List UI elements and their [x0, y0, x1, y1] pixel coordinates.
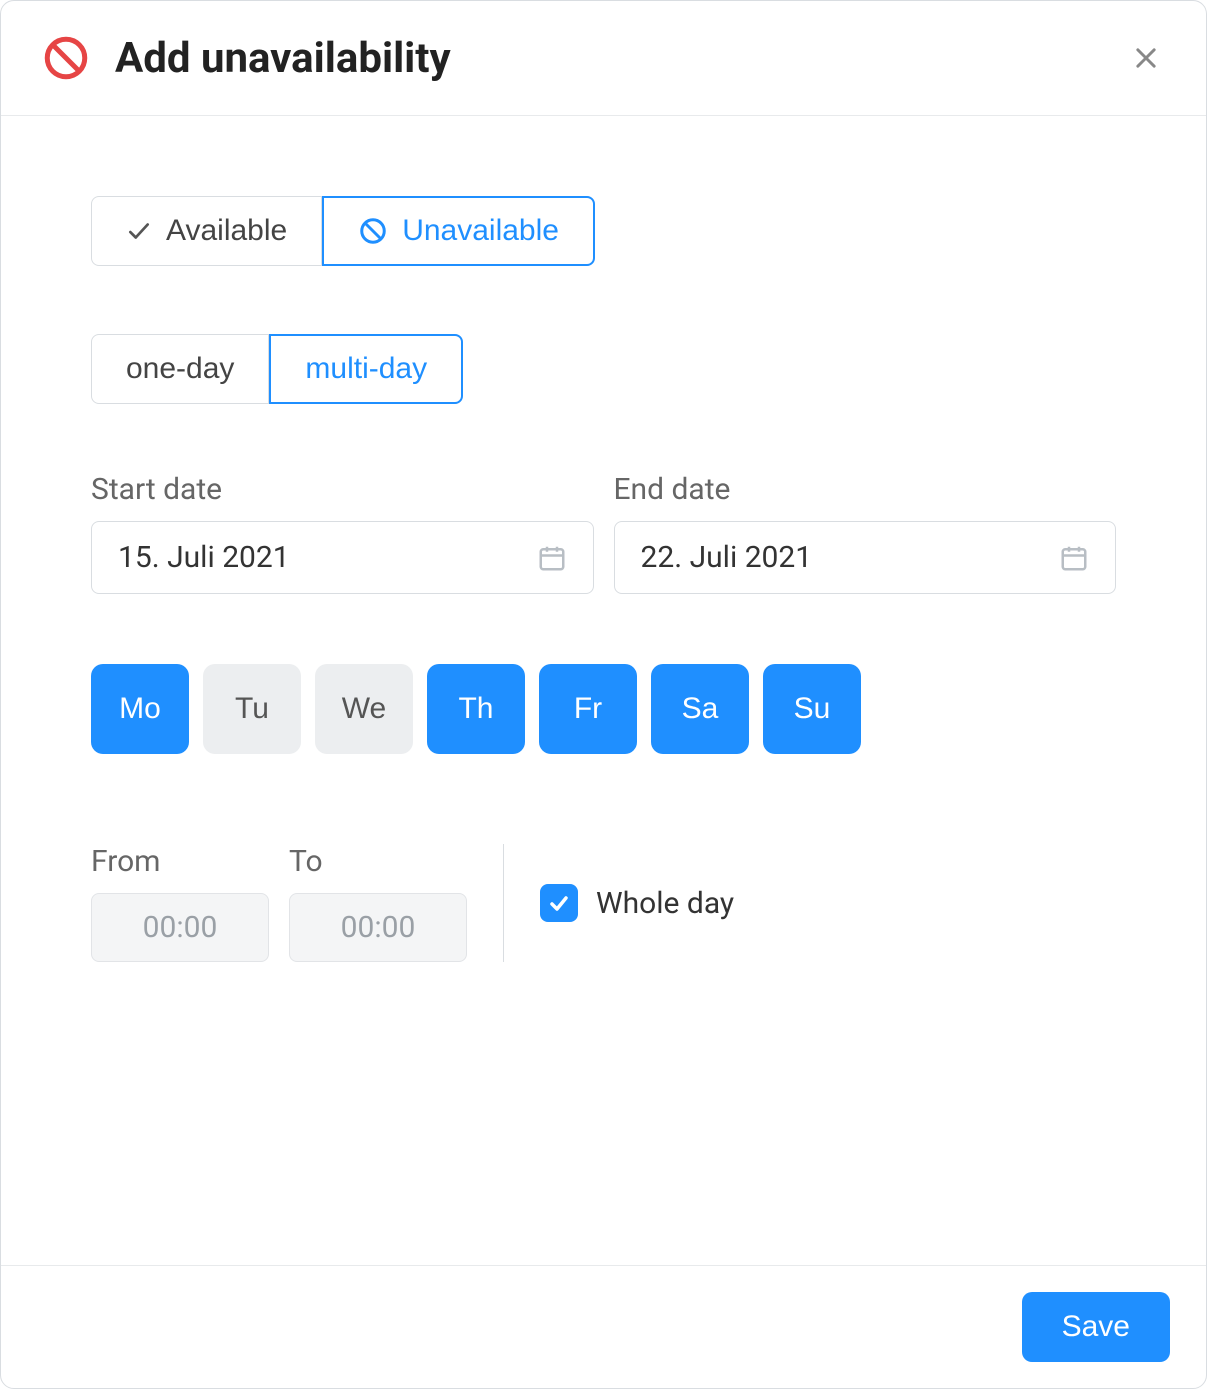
- time-section: From 00:00 To 00:00 Whole day: [91, 844, 1116, 962]
- whole-day-checkbox[interactable]: [540, 884, 578, 922]
- weekday-sa[interactable]: Sa: [651, 664, 749, 754]
- close-button[interactable]: [1126, 38, 1166, 78]
- modal-header: Add unavailability: [1, 1, 1206, 116]
- add-unavailability-modal: Add unavailability Available Unavailabl: [0, 0, 1207, 1389]
- date-range-row: Start date 15. Juli 2021 End date 22. Ju…: [91, 472, 1116, 594]
- end-date-column: End date 22. Juli 2021: [614, 472, 1117, 594]
- whole-day-label: Whole day: [596, 886, 734, 921]
- end-date-input[interactable]: 22. Juli 2021: [614, 521, 1117, 594]
- start-date-column: Start date 15. Juli 2021: [91, 472, 594, 594]
- available-button[interactable]: Available: [91, 196, 322, 266]
- prohibit-icon: [358, 216, 388, 246]
- availability-toggle: Available Unavailable: [91, 196, 595, 266]
- from-label: From: [91, 844, 269, 879]
- save-button[interactable]: Save: [1022, 1292, 1170, 1362]
- check-icon: [547, 891, 571, 915]
- unavailable-label: Unavailable: [402, 216, 559, 246]
- to-time-column: To 00:00: [289, 844, 467, 962]
- from-time-input[interactable]: 00:00: [91, 893, 269, 962]
- start-date-input[interactable]: 15. Juli 2021: [91, 521, 594, 594]
- modal-body: Available Unavailable one-day multi-day …: [1, 116, 1206, 1265]
- to-time-input[interactable]: 00:00: [289, 893, 467, 962]
- weekday-su[interactable]: Su: [763, 664, 861, 754]
- start-date-label: Start date: [91, 472, 594, 507]
- to-label: To: [289, 844, 467, 879]
- multi-day-button[interactable]: multi-day: [269, 334, 463, 404]
- unavailable-button[interactable]: Unavailable: [322, 196, 595, 266]
- from-time-column: From 00:00: [91, 844, 269, 962]
- calendar-icon: [1059, 543, 1089, 573]
- close-icon: [1132, 44, 1160, 72]
- time-range: From 00:00 To 00:00: [91, 844, 504, 962]
- calendar-icon: [537, 543, 567, 573]
- prohibit-icon: [41, 33, 91, 83]
- start-date-value: 15. Juli 2021: [118, 540, 290, 575]
- whole-day-option: Whole day: [504, 884, 734, 922]
- one-day-label: one-day: [126, 354, 234, 384]
- modal-footer: Save: [1, 1265, 1206, 1388]
- weekday-th[interactable]: Th: [427, 664, 525, 754]
- modal-title: Add unavailability: [115, 34, 1126, 83]
- weekday-mo[interactable]: Mo: [91, 664, 189, 754]
- weekday-selector: MoTuWeThFrSaSu: [91, 664, 1116, 754]
- weekday-we[interactable]: We: [315, 664, 413, 754]
- multi-day-label: multi-day: [305, 354, 427, 384]
- end-date-value: 22. Juli 2021: [641, 540, 813, 575]
- check-icon: [126, 218, 152, 244]
- one-day-button[interactable]: one-day: [91, 334, 269, 404]
- available-label: Available: [166, 216, 287, 246]
- duration-toggle: one-day multi-day: [91, 334, 463, 404]
- weekday-tu[interactable]: Tu: [203, 664, 301, 754]
- weekday-fr[interactable]: Fr: [539, 664, 637, 754]
- end-date-label: End date: [614, 472, 1117, 507]
